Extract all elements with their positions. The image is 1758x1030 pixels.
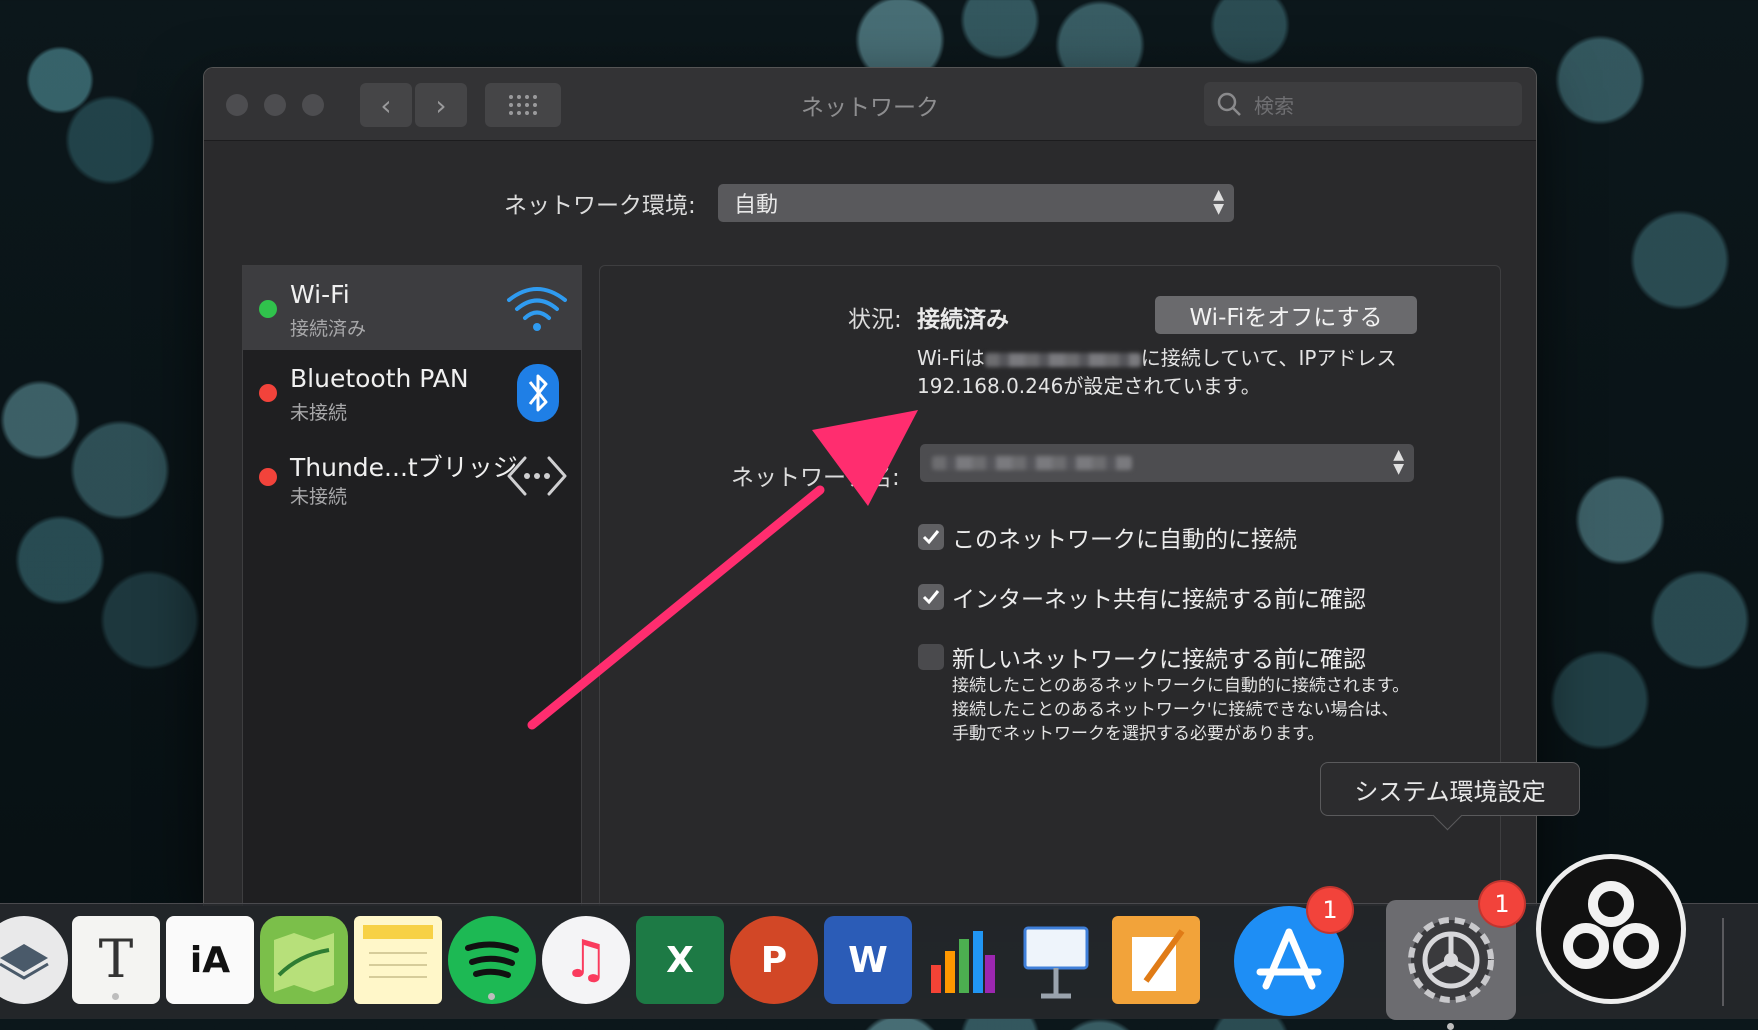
ask-hotspot-checkbox[interactable] [918,584,944,610]
typora-glyph: T [98,930,134,990]
music-glyph: ♫ [562,930,610,990]
running-indicator [1447,1023,1454,1030]
notification-badge: 1 [1478,880,1526,928]
excel-icon[interactable]: X [636,916,724,1004]
service-item-wifi[interactable]: Wi-Fi 接続済み [243,266,581,350]
pages-glyph [1132,929,1185,991]
service-list: Wi-Fi 接続済み Bluetooth PAN 未接続 Thunde...tブ… [242,265,582,906]
network-name-label: ネットワーク名: [731,465,900,491]
tooltip-label: システム環境設定 [1354,777,1546,806]
checkmark-icon [922,530,940,545]
ia-writer-icon[interactable]: iA [166,916,254,1004]
running-indicator [488,993,495,1000]
ask-new-network-checkbox[interactable] [918,644,944,670]
location-select[interactable]: 自動 ▲ ▼ [718,184,1234,222]
title-bar: ‹ › ネットワーク 検索 [204,68,1536,141]
thunderbolt-bridge-icon [507,456,567,496]
typora-icon[interactable]: T [72,916,160,1004]
bluetooth-icon [517,364,559,422]
keynote-glyph [1023,926,1089,999]
system-preferences-icon[interactable]: 1 [1386,880,1526,1030]
excel-glyph: X [666,939,694,981]
location-value: 自動 [734,193,779,218]
status-dot-disconnected [259,384,277,402]
running-indicator [112,993,119,1000]
obs-glyph [1563,881,1659,969]
service-name: Thunde...tブリッジ [290,453,518,482]
layers-app-icon[interactable] [0,916,117,1004]
auto-join-checkbox-row[interactable]: このネットワークに自動的に接続 [918,520,1297,554]
dock: T iA ♫ X P W 1 1 [0,854,1758,1030]
status-dot-connected [259,300,277,318]
maps-icon[interactable] [260,916,348,1004]
redacted-network-name [984,352,1141,367]
numbers-icon[interactable] [918,916,1006,1004]
word-icon[interactable]: W [824,916,912,1004]
service-name: Bluetooth PAN [290,364,469,393]
powerpoint-icon[interactable]: P [730,916,818,1004]
service-status: 接続済み [290,318,367,340]
service-status: 未接続 [290,486,348,508]
ask-new-network-checkbox-row[interactable]: 新しいネットワークに接続する前に確認 [918,640,1366,674]
checkbox-label: このネットワークに自動的に接続 [952,527,1297,553]
service-item-bluetooth-pan[interactable]: Bluetooth PAN 未接続 [243,350,581,434]
search-icon [1217,92,1241,116]
redacted-network-name [932,456,1132,470]
connection-description: Wi-Fiは に接続していて、IPアドレス 192.168.0.246が設定されて… [917,344,1437,400]
checkbox-label: 新しいネットワークに接続する前に確認 [952,647,1366,673]
service-name: Wi-Fi [290,280,350,309]
spotify-glyph [465,941,519,978]
up-down-chevron-icon: ▲ ▼ [1213,187,1224,217]
auto-join-checkbox[interactable] [918,524,944,550]
wifi-icon [507,287,567,331]
desc-prefix: Wi-Fiは [917,346,985,370]
status-value: 接続済み [917,307,1009,333]
word-glyph: W [848,939,888,981]
app-store-icon[interactable]: 1 [1234,886,1354,1016]
ia-writer-glyph: iA [189,939,231,981]
search-placeholder: 検索 [1254,93,1294,118]
status-dot-disconnected [259,468,277,486]
checkbox-label: インターネット共有に接続する前に確認 [952,587,1366,613]
keynote-icon[interactable] [1012,916,1100,1004]
pages-icon[interactable] [1112,916,1200,1004]
map-glyph [274,933,334,992]
gear-icon [1408,917,1494,1003]
desc-suffix: が設定されています。 [1063,374,1261,398]
dock-divider [1722,918,1724,1006]
spotify-icon[interactable] [448,916,536,1004]
status-label: 状況: [848,307,902,333]
powerpoint-glyph: P [760,939,788,981]
ip-address: 192.168.0.246 [917,374,1064,398]
network-name-select[interactable]: ▲ ▼ [920,444,1414,482]
ask-hotspot-checkbox-row[interactable]: インターネット共有に接続する前に確認 [918,580,1366,614]
location-label: ネットワーク環境: [504,193,696,219]
notes-glyph [363,925,433,978]
music-icon[interactable]: ♫ [542,916,630,1004]
service-item-thunderbolt-bridge[interactable]: Thunde...tブリッジ 未接続 [243,434,581,518]
app-store-glyph [1256,928,1322,990]
service-status: 未接続 [290,402,348,424]
search-field[interactable]: 検索 [1204,82,1522,126]
dock-tooltip: システム環境設定 [1320,762,1580,831]
numbers-glyph [931,931,995,993]
notification-badge: 1 [1306,886,1354,934]
desc-mid: に接続していて、IPアドレス [1140,346,1397,370]
notes-icon[interactable] [354,916,442,1004]
checkmark-icon [922,590,940,605]
up-down-chevron-icon: ▲ ▼ [1393,447,1404,477]
turn-wifi-off-button[interactable]: Wi-Fiをオフにする [1155,296,1417,334]
layers-glyph [0,944,49,980]
auto-join-note: 接続したことのあるネットワークに自動的に接続されます。接続したことのあるネットワ… [952,676,1410,744]
obs-icon[interactable] [1536,854,1686,1004]
